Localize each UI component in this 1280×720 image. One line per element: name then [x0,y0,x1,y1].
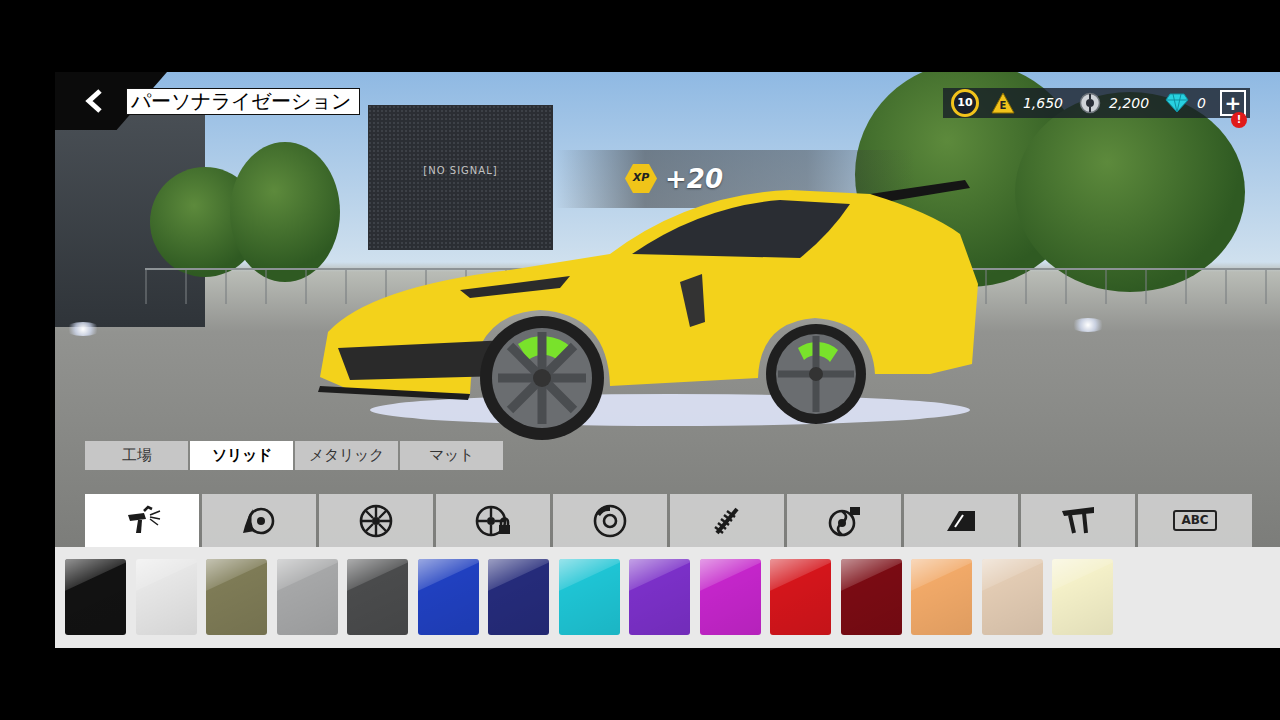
category-button[interactable] [1021,494,1135,547]
wheel-lock-icon [473,503,513,539]
category-button[interactable] [787,494,901,547]
car[interactable] [310,172,990,442]
parts-icon [1079,92,1101,114]
wheel-icon [356,503,396,539]
category-button[interactable] [553,494,667,547]
category-button[interactable] [85,494,199,547]
color-swatch[interactable] [418,559,479,635]
swatch-gloss [982,559,1043,635]
color-swatch[interactable] [629,559,690,635]
parts-amount: 2,200 [1109,93,1149,114]
color-swatch[interactable] [347,559,408,635]
swatch-gloss [700,559,761,635]
license-plate-icon: ABC [1173,510,1216,530]
xp-reward: XP +20 [625,164,723,193]
color-palette [55,547,1280,648]
finish-tab[interactable]: 工場 [85,441,188,470]
category-button[interactable] [436,494,550,547]
brake-disc-icon [590,503,630,539]
color-swatch[interactable] [982,559,1043,635]
finish-tab[interactable]: メタリック [295,441,398,470]
suspension-icon [707,503,747,539]
gem-amount: 0 [1197,93,1206,114]
color-swatch[interactable] [488,559,549,635]
swatch-gloss [841,559,902,635]
category-button[interactable] [319,494,433,547]
color-swatch[interactable] [911,559,972,635]
swatch-gloss [277,559,338,635]
turbo-icon [824,503,864,539]
swatch-gloss [206,559,267,635]
xp-icon: XP [625,164,657,193]
wallet-bar: 10 E 1,650 2,200 0 +! [943,88,1250,118]
floor-light [65,322,101,336]
swatch-gloss [559,559,620,635]
category-button[interactable] [670,494,784,547]
spoiler-icon [1058,503,1098,539]
color-swatch[interactable] [1052,559,1113,635]
category-button[interactable] [202,494,316,547]
alert-badge: ! [1231,112,1247,128]
swatch-gloss [629,559,690,635]
finish-tab[interactable]: マット [400,441,503,470]
swatch-gloss [347,559,408,635]
color-swatch[interactable] [700,559,761,635]
swatch-gloss [418,559,479,635]
color-swatch[interactable] [841,559,902,635]
finish-tabs: 工場ソリッドメタリックマット [85,441,1280,470]
level-badge: 10 [951,89,979,117]
tree [230,142,340,282]
swatch-gloss [136,559,197,635]
tree [1015,92,1245,292]
spray-gun-icon [122,503,162,539]
energy-amount: 1,650 [1023,93,1063,114]
xp-amount: +20 [665,166,723,192]
color-swatch[interactable] [206,559,267,635]
category-bar: ABC [85,494,1280,547]
color-swatch[interactable] [136,559,197,635]
swatch-gloss [1052,559,1113,635]
garage-scene: [NO SIGNAL] [55,72,1280,547]
swatch-gloss [770,559,831,635]
add-currency-button[interactable]: +! [1220,90,1246,116]
color-swatch[interactable] [770,559,831,635]
page-title: パーソナライゼーション [126,88,360,115]
energy-icon: E [991,92,1015,114]
color-swatch[interactable] [65,559,126,635]
gem-icon [1165,93,1189,113]
vinyl-wheel-icon [239,503,279,539]
color-swatch[interactable] [277,559,338,635]
finish-tab[interactable]: ソリッド [190,441,293,470]
back-arrow-icon[interactable] [80,86,110,116]
window-tint-icon [941,503,981,539]
swatch-gloss [911,559,972,635]
category-button[interactable]: ABC [1138,494,1252,547]
swatch-gloss [65,559,126,635]
header: パーソナライゼーション [55,72,360,116]
floor-light [1070,318,1106,332]
video-screen: [NO SIGNAL] [368,105,553,250]
color-swatch[interactable] [559,559,620,635]
swatch-gloss [488,559,549,635]
category-button[interactable] [904,494,1018,547]
